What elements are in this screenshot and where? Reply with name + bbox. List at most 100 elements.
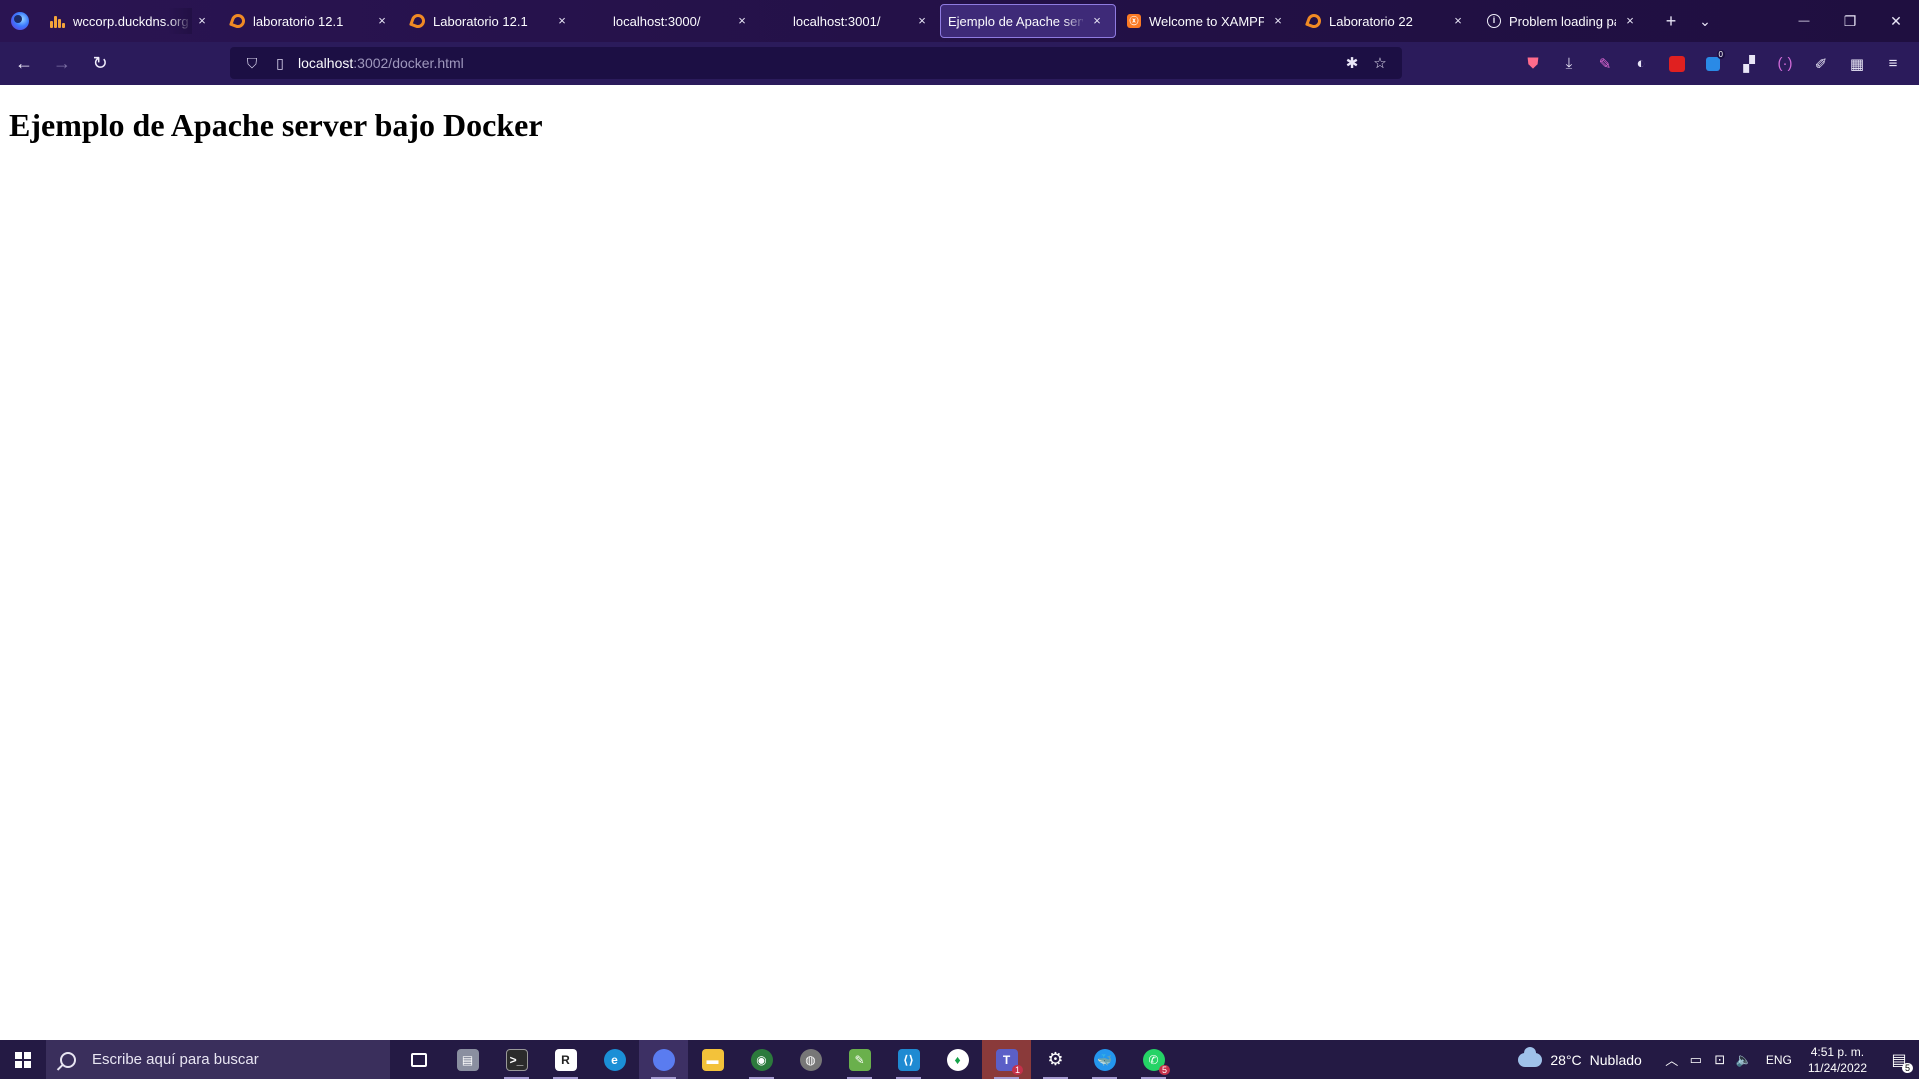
terminal-icon[interactable]: >_: [492, 1040, 541, 1079]
phpmyadmin-icon: [50, 13, 66, 29]
windows-logo-icon: [15, 1051, 31, 1068]
extensions-icon[interactable]: ▦: [1839, 49, 1875, 79]
menu-icon[interactable]: ≡: [1875, 49, 1911, 79]
mongodb-icon[interactable]: ♦: [933, 1040, 982, 1079]
firefox-taskbar-icon[interactable]: [639, 1040, 688, 1079]
task-view-icon[interactable]: [394, 1040, 443, 1079]
tab-welcome-xampp[interactable]: ⓧ Welcome to XAMPP ×: [1116, 4, 1296, 38]
tab-localhost-3000[interactable]: localhost:3000/ ×: [580, 4, 760, 38]
forward-button[interactable]: →: [44, 48, 80, 80]
tab-close-icon[interactable]: ×: [1622, 13, 1638, 29]
minimize-button[interactable]: —: [1781, 0, 1827, 42]
weather-desc: Nublado: [1589, 1051, 1642, 1068]
navigation-toolbar: ← → ↻ ⛉ ▯ localhost:3002/docker.html ✱ ☆…: [0, 42, 1919, 85]
reload-button[interactable]: ↻: [82, 48, 118, 80]
wrench-icon[interactable]: ✎: [1587, 49, 1623, 79]
docker-icon[interactable]: 🐳: [1080, 1040, 1129, 1079]
settings-gear-icon[interactable]: ⚙: [1031, 1040, 1080, 1079]
clock-time: 4:51 p. m.: [1810, 1044, 1865, 1059]
extension-pen-icon[interactable]: ✐: [1803, 49, 1839, 79]
tab-laboratorio-12-1[interactable]: laboratorio 12.1 ×: [220, 4, 400, 38]
firefox-icon: [11, 12, 29, 30]
cloud-icon: [1518, 1046, 1543, 1067]
tab-laboratorio-22[interactable]: Laboratorio 22 ×: [1296, 4, 1476, 38]
language-indicator[interactable]: ENG: [1766, 1053, 1792, 1067]
page-heading: Ejemplo de Apache server bajo Docker: [9, 107, 543, 143]
tab-close-icon[interactable]: ×: [1089, 13, 1105, 29]
account-avatar-icon[interactable]: ◐: [1623, 49, 1659, 79]
tab-title: localhost:3001/: [793, 13, 881, 29]
tab-close-icon[interactable]: ×: [374, 13, 390, 29]
search-icon: [60, 1051, 76, 1068]
page-icon[interactable]: ▯: [266, 55, 294, 72]
tab-title: Laboratorio 12.1: [433, 13, 528, 29]
info-icon: i: [1486, 13, 1502, 29]
tab-wccorp[interactable]: wccorp.duckdns.org / l ×: [40, 4, 220, 38]
extension-grid-icon[interactable]: ▞: [1731, 49, 1767, 79]
pocket-icon[interactable]: ⛊: [1515, 49, 1551, 79]
clock-date: 11/24/2022: [1807, 1060, 1867, 1075]
tab-close-icon[interactable]: ×: [1270, 13, 1286, 29]
extension-red-icon[interactable]: [1659, 49, 1695, 79]
firefox-view-button[interactable]: [0, 0, 40, 42]
tab-problem-loading[interactable]: i Problem loading page ×: [1476, 4, 1648, 38]
downloads-icon[interactable]: ⤓: [1551, 49, 1587, 79]
extension-blue-icon[interactable]: 0: [1695, 49, 1731, 79]
tab-title: laboratorio 12.1: [253, 13, 344, 29]
orange-logo-icon: [229, 12, 247, 30]
extension-badge: 0: [1716, 49, 1725, 59]
teams-icon[interactable]: T1: [982, 1040, 1031, 1079]
list-all-tabs-button[interactable]: ⌄: [1688, 4, 1722, 38]
new-tab-button[interactable]: +: [1654, 4, 1688, 38]
tab-laboratorio-12-1-b[interactable]: Laboratorio 12.1 ×: [400, 4, 580, 38]
notification-badge: 5: [1901, 1063, 1913, 1073]
clock[interactable]: 4:51 p. m. 11/24/2022: [1808, 1044, 1867, 1076]
teams-badge: 1: [1011, 1065, 1023, 1075]
tab-close-icon[interactable]: ×: [914, 13, 930, 29]
orange-logo-icon: [409, 12, 427, 30]
page-content: Ejemplo de Apache server bajo Docker: [0, 85, 1919, 1040]
volume-icon[interactable]: 🔈: [1732, 1052, 1756, 1068]
xampp-icon: ⓧ: [1126, 13, 1142, 29]
tab-title: localhost:3000/: [613, 13, 701, 29]
tab-strip: wccorp.duckdns.org / l × laboratorio 12.…: [0, 0, 1919, 42]
shield-icon[interactable]: ⛉: [238, 55, 266, 72]
vscode-icon[interactable]: ⟨⟩: [884, 1040, 933, 1079]
tab-close-icon[interactable]: ×: [554, 13, 570, 29]
tab-close-icon[interactable]: ×: [1450, 13, 1466, 29]
printer-app-icon[interactable]: ▤: [443, 1040, 492, 1079]
eye-app-icon[interactable]: ◉: [737, 1040, 786, 1079]
whatsapp-badge: 5: [1158, 1065, 1170, 1075]
file-explorer-icon[interactable]: ▬: [688, 1040, 737, 1079]
url-text[interactable]: localhost:3002/docker.html: [298, 55, 464, 71]
bug-icon[interactable]: ✱: [1338, 54, 1366, 72]
tab-close-icon[interactable]: ×: [194, 13, 210, 29]
rstudio-icon[interactable]: R: [541, 1040, 590, 1079]
network-icon[interactable]: ⊡: [1708, 1052, 1732, 1068]
chevron-up-icon[interactable]: ︿: [1660, 1050, 1684, 1069]
extension-brackets-icon[interactable]: (·): [1767, 49, 1803, 79]
close-window-button[interactable]: ✕: [1873, 0, 1919, 42]
github-desktop-icon[interactable]: ◍: [786, 1040, 835, 1079]
notepad-icon[interactable]: ✎: [835, 1040, 884, 1079]
whatsapp-icon[interactable]: ✆ 5: [1129, 1040, 1178, 1079]
bookmark-star-icon[interactable]: ☆: [1366, 54, 1394, 72]
weather-temp: 28°C: [1550, 1051, 1582, 1068]
start-button[interactable]: [0, 1040, 46, 1079]
tab-title: Welcome to XAMPP: [1149, 13, 1264, 29]
url-bar[interactable]: ⛉ ▯ localhost:3002/docker.html ✱ ☆: [230, 47, 1402, 79]
tab-title: Problem loading page: [1509, 13, 1616, 29]
restore-button[interactable]: ❐: [1827, 0, 1873, 42]
orange-logo-icon: [1305, 12, 1323, 30]
search-placeholder: Escribe aquí para buscar: [92, 1051, 259, 1068]
tab-localhost-3001[interactable]: localhost:3001/ ×: [760, 4, 940, 38]
taskbar-search[interactable]: Escribe aquí para buscar: [46, 1040, 390, 1079]
tab-close-icon[interactable]: ×: [734, 13, 750, 29]
weather-widget[interactable]: 28°C Nublado: [1518, 1046, 1642, 1068]
notification-center-button[interactable]: ▤ 5: [1879, 1040, 1919, 1079]
meet-now-icon[interactable]: ▭: [1684, 1052, 1708, 1068]
back-button[interactable]: ←: [6, 48, 42, 80]
edge-icon[interactable]: e: [590, 1040, 639, 1079]
windows-taskbar: Escribe aquí para buscar ▤ >_ R e ▬ ◉ ◍ …: [0, 1040, 1919, 1079]
tab-ejemplo-apache[interactable]: Ejemplo de Apache server b ×: [940, 4, 1116, 38]
